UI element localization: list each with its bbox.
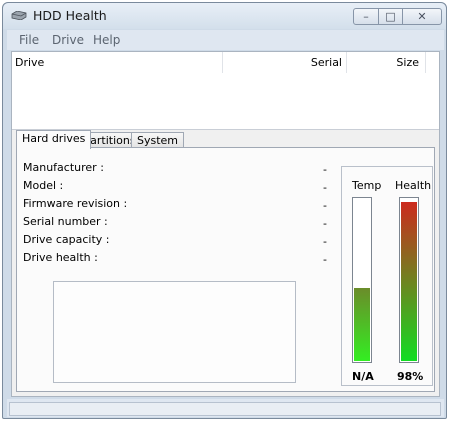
firmware-revision-value: - [323, 199, 327, 212]
title-bar[interactable]: HDD Health – □ ✕ [3, 3, 446, 29]
health-gauge [399, 197, 419, 363]
firmware-revision-label: Firmware revision : [23, 197, 128, 210]
health-value: 98% [397, 370, 424, 383]
health-gauge-label: Health [395, 179, 432, 192]
close-button[interactable]: ✕ [402, 8, 442, 25]
health-gauge-fill [401, 202, 417, 361]
status-pane [9, 402, 441, 416]
hdd-app-icon [11, 11, 27, 20]
manufacturer-value: - [323, 163, 327, 176]
window-title: HDD Health [33, 8, 107, 23]
drive-notes-box[interactable] [53, 281, 296, 383]
column-header-drive[interactable]: Drive [12, 52, 223, 73]
hard-drives-panel: Manufacturer : - Model : - Firmware revi… [16, 147, 435, 392]
column-header-serial[interactable]: Serial [223, 52, 347, 73]
temp-value: N/A [352, 370, 374, 383]
model-value: - [323, 181, 327, 194]
app-window: HDD Health – □ ✕ File Drive Help Drive S… [2, 2, 447, 419]
model-label: Model : [23, 179, 64, 192]
drive-capacity-label: Drive capacity : [23, 233, 110, 246]
drive-capacity-value: - [323, 235, 327, 248]
minimize-button[interactable]: – [353, 8, 379, 25]
menu-file[interactable]: File [19, 33, 39, 47]
column-header-size[interactable]: Size [347, 52, 426, 73]
client-area: Drive Serial Size Hard drives Partitions… [11, 51, 440, 397]
status-bar [7, 399, 444, 417]
drive-health-label: Drive health : [23, 251, 98, 264]
menu-bar: File Drive Help [7, 30, 444, 50]
maximize-button[interactable]: □ [378, 8, 403, 25]
menu-help[interactable]: Help [93, 33, 120, 47]
menu-drive[interactable]: Drive [52, 33, 84, 47]
temp-gauge-fill [354, 288, 370, 361]
temp-gauge [352, 197, 372, 363]
manufacturer-label: Manufacturer : [23, 161, 104, 174]
tab-strip: Hard drives Partitions System [16, 130, 436, 149]
tab-hard-drives[interactable]: Hard drives [16, 130, 92, 149]
drive-health-value: - [323, 253, 327, 266]
serial-number-value: - [323, 217, 327, 230]
gauge-panel: Temp Health N/A 98% [341, 166, 433, 386]
drive-list[interactable]: Drive Serial Size [12, 52, 439, 130]
serial-number-label: Serial number : [23, 215, 108, 228]
temp-gauge-label: Temp [352, 179, 382, 192]
tab-system[interactable]: System [131, 132, 185, 148]
